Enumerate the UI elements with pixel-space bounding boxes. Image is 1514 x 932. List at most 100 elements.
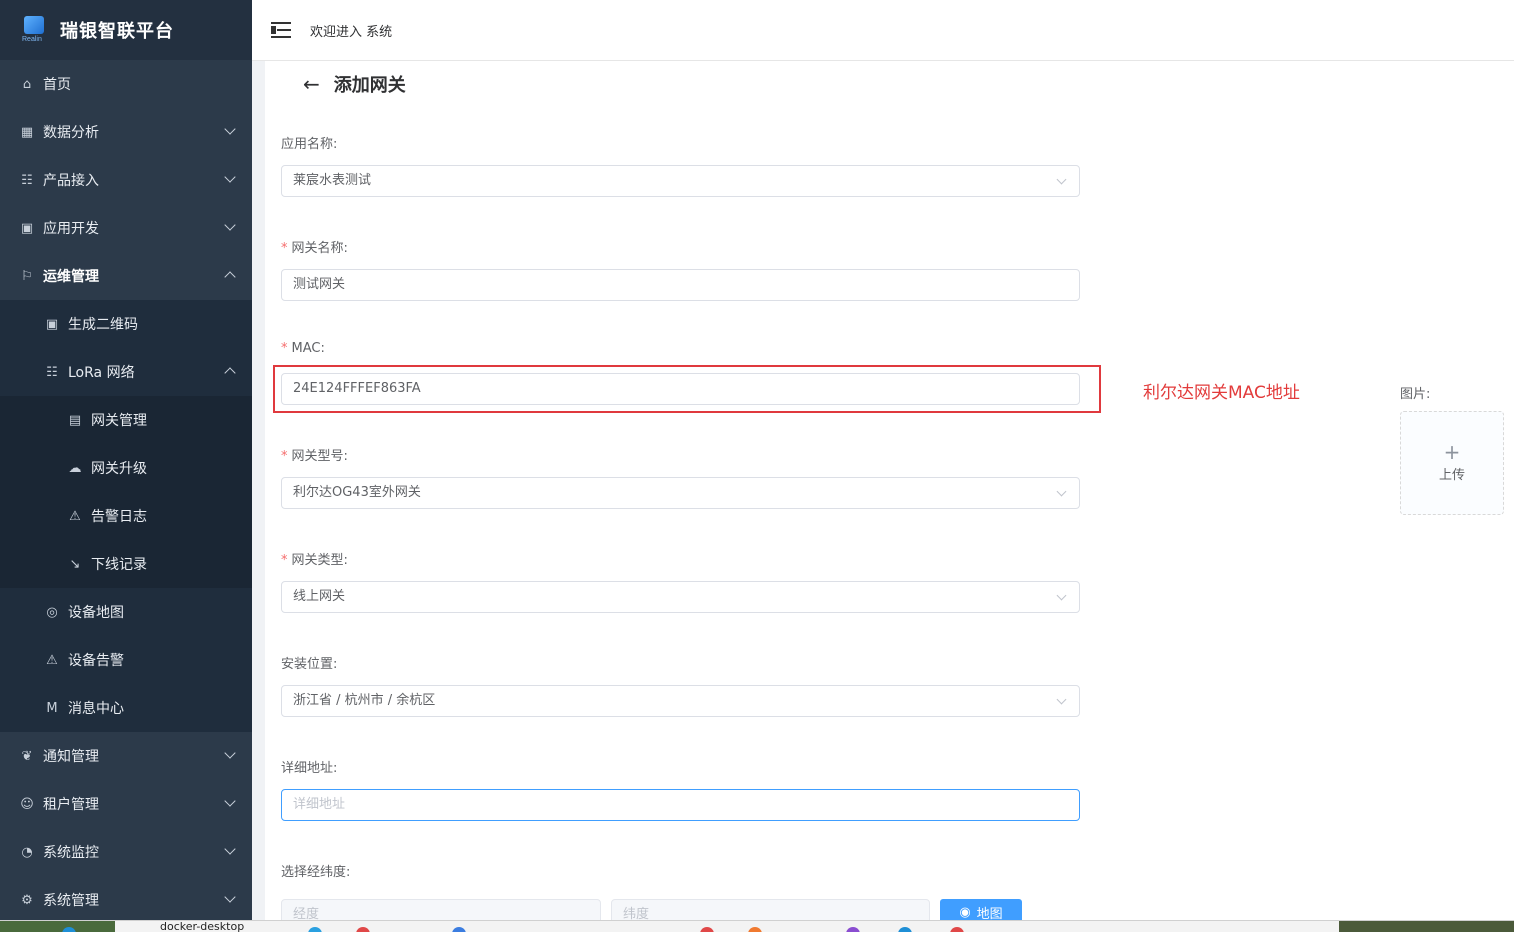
- sidebar-item-label: 系统监控: [43, 845, 99, 861]
- chevron-down-icon: [1056, 590, 1067, 601]
- warning-icon: ⚠: [46, 652, 58, 668]
- taskbar-wallpaper-left: [0, 921, 115, 932]
- mac-input[interactable]: 24E124FFFEF863FA: [281, 373, 1080, 405]
- sidebar-item[interactable]: ◔ 系统监控: [0, 828, 252, 876]
- taskbar-app-icon[interactable]: [308, 927, 322, 932]
- sidebar-item[interactable]: ▣ 应用开发: [0, 204, 252, 252]
- sidebar-item-label: 租户管理: [43, 797, 99, 813]
- sidebar-item[interactable]: ⚠ 设备告警: [0, 636, 252, 684]
- sidebar-item[interactable]: ◎ 设备地图: [0, 588, 252, 636]
- sidebar-item-label: 应用开发: [43, 221, 99, 237]
- sidebar-item[interactable]: ⚠ 告警日志: [0, 492, 252, 540]
- sidebar-item[interactable]: M 消息中心: [0, 684, 252, 732]
- chevron-down-icon: [224, 795, 236, 807]
- back-arrow-icon[interactable]: ←: [303, 72, 320, 96]
- sidebar-item[interactable]: ▦ 数据分析: [0, 108, 252, 156]
- sidebar-item[interactable]: ☁ 网关升级: [0, 444, 252, 492]
- sidebar-item-label: 产品接入: [43, 173, 99, 189]
- sidebar-item-label: LoRa 网络: [68, 365, 135, 381]
- sidebar-item-label: 下线记录: [91, 557, 147, 573]
- sidebar-item[interactable]: ⚙ 系统管理: [0, 876, 252, 920]
- sidebar-item-label: 消息中心: [68, 701, 124, 717]
- sidebar-item[interactable]: ⌂ 首页: [0, 60, 252, 108]
- gateway-model-select[interactable]: 利尔达OG43室外网关: [281, 477, 1080, 509]
- taskbar-item-docker[interactable]: docker-desktop: [160, 921, 244, 932]
- taskbar-app-icon[interactable]: [700, 927, 714, 932]
- cloud-upload-icon: ☁: [68, 460, 82, 476]
- sidebar: Realin 瑞银智联平台 ⌂ 首页 ▦ 数据分析 ☷ 产品接入 ▣ 应用开发 ⚐ 运维管理 ▣ 生成…: [0, 0, 252, 920]
- chevron-down-icon: [224, 747, 236, 759]
- sidebar-item-label: 运维管理: [43, 269, 99, 285]
- sidebar-item[interactable]: ☷ 产品接入: [0, 156, 252, 204]
- app-root: Realin 瑞银智联平台 ⌂ 首页 ▦ 数据分析 ☷ 产品接入 ▣ 应用开发 ⚐ 运维管理 ▣ 生成…: [0, 0, 1514, 932]
- qrcode-icon: ▣: [45, 316, 59, 332]
- bell-icon: ⚐: [21, 268, 33, 284]
- sidebar-item-label: 通知管理: [43, 749, 99, 765]
- location-cascader[interactable]: 浙江省 / 杭州市 / 余杭区: [281, 685, 1080, 717]
- upload-label: 上传: [1438, 468, 1465, 483]
- sidebar-item-label: 网关管理: [91, 413, 147, 429]
- warning-icon: ⚠: [69, 508, 81, 524]
- address-input[interactable]: 详细地址: [281, 789, 1080, 821]
- table-icon: ▤: [68, 412, 82, 428]
- taskbar: docker-desktop: [0, 920, 1514, 932]
- chevron-down-icon: [1056, 486, 1067, 497]
- trend-down-icon: ↘: [69, 556, 81, 572]
- sidebar-item-label: 数据分析: [43, 125, 99, 141]
- taskbar-app-icon[interactable]: [748, 927, 762, 932]
- sidebar-item[interactable]: ↘ 下线记录: [0, 540, 252, 588]
- taskbar-app-icon[interactable]: [898, 927, 912, 932]
- chevron-down-icon: [224, 843, 236, 855]
- upload-button[interactable]: + 上传: [1400, 411, 1504, 515]
- taskbar-app-icon[interactable]: [950, 927, 964, 932]
- sidebar-menu: ⌂ 首页 ▦ 数据分析 ☷ 产品接入 ▣ 应用开发 ⚐ 运维管理 ▣ 生成二维码 ☷ LoRa 网络 ▤ 网关…: [0, 60, 252, 920]
- sidebar-item[interactable]: ☷ LoRa 网络: [0, 348, 252, 396]
- app-name-label: 应用名称:: [281, 137, 338, 152]
- taskbar-app-icon[interactable]: [452, 927, 466, 932]
- gateway-type-label: * 网关类型:: [281, 553, 348, 568]
- main-content: ← 添加网关 应用名称: 莱宸水表测试 * 网关名称: 测试网关 * MAC: 24…: [252, 61, 1514, 931]
- chevron-down-icon: [224, 171, 236, 183]
- location-icon: ◉: [959, 904, 971, 920]
- taskbar-app-icon[interactable]: [356, 927, 370, 932]
- message-icon: M: [46, 700, 58, 716]
- chart-icon: ▦: [20, 124, 34, 140]
- gateway-name-label: * 网关名称:: [281, 241, 348, 256]
- gateway-model-label: * 网关型号:: [281, 449, 348, 464]
- taskbar-wallpaper-right: [1339, 921, 1514, 932]
- mac-label: * MAC:: [281, 341, 325, 356]
- logo-icon: Realin: [22, 16, 48, 44]
- location-label: 安装位置:: [281, 657, 338, 672]
- user-icon: ☺: [20, 796, 34, 812]
- network-icon: ☷: [21, 172, 33, 188]
- sidebar-item-label: 系统管理: [43, 893, 99, 909]
- welcome-text: 欢迎进入 系统: [310, 24, 393, 40]
- image-label: 图片:: [1400, 387, 1431, 402]
- form-panel: ← 添加网关 应用名称: 莱宸水表测试 * 网关名称: 测试网关 * MAC: 24…: [265, 61, 1514, 931]
- app-name-select[interactable]: 莱宸水表测试: [281, 165, 1080, 197]
- page-title: 添加网关: [333, 75, 406, 96]
- logo[interactable]: Realin 瑞银智联平台: [0, 0, 252, 60]
- sidebar-item[interactable]: ☺ 租户管理: [0, 780, 252, 828]
- sidebar-item[interactable]: ❦ 通知管理: [0, 732, 252, 780]
- sidebar-item-label: 设备告警: [68, 653, 124, 669]
- header: 欢迎进入 系统: [252, 0, 1514, 61]
- gateway-type-select[interactable]: 线上网关: [281, 581, 1080, 613]
- logo-subtext: Realin: [22, 36, 42, 43]
- taskbar-app-icon[interactable]: [846, 927, 860, 932]
- sidebar-item[interactable]: ⚐ 运维管理: [0, 252, 252, 300]
- sidebar-item-label: 生成二维码: [68, 317, 138, 333]
- network-icon: ☷: [46, 364, 58, 380]
- sidebar-item-label: 告警日志: [91, 509, 147, 525]
- sidebar-item[interactable]: ▤ 网关管理: [0, 396, 252, 444]
- chevron-down-icon: [224, 891, 236, 903]
- sidebar-item[interactable]: ▣ 生成二维码: [0, 300, 252, 348]
- chevron-down-icon: [224, 219, 236, 231]
- page-header: ← 添加网关: [303, 71, 406, 97]
- brand-title: 瑞银智联平台: [60, 21, 174, 42]
- gear-icon: ⚙: [21, 892, 33, 908]
- chevron-down-icon: [1056, 694, 1067, 705]
- sidebar-item-label: 设备地图: [68, 605, 124, 621]
- collapse-menu-icon[interactable]: [271, 22, 291, 38]
- gateway-name-input[interactable]: 测试网关: [281, 269, 1080, 301]
